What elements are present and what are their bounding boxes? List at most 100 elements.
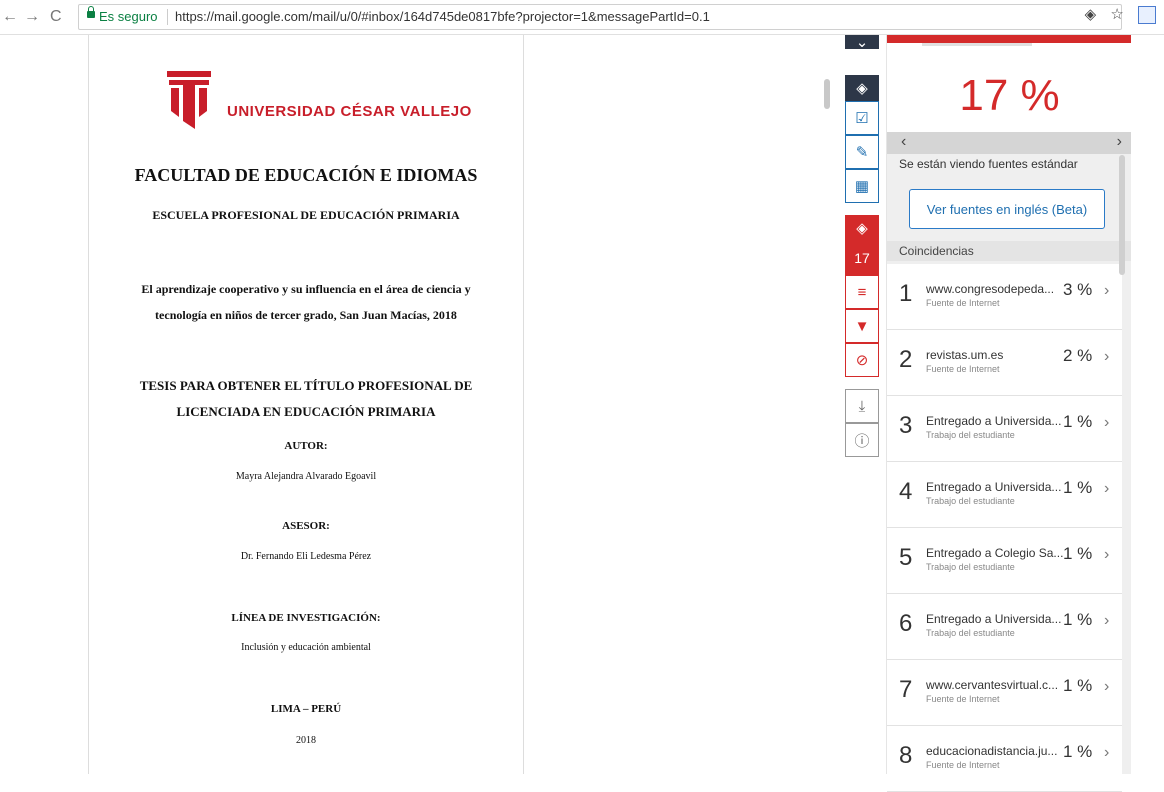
match-number: 3 — [899, 412, 913, 439]
back-button[interactable]: ← — [2, 8, 18, 26]
sort-icon[interactable]: ≡ — [845, 275, 879, 309]
advisor-name: Dr. Fernando Eli Ledesma Pérez — [240, 551, 372, 562]
match-source-type: Trabajo del estudiante — [926, 430, 1015, 440]
match-number: 4 — [899, 478, 913, 505]
forward-button[interactable]: → — [24, 8, 40, 26]
standard-sources-text: Se están viendo fuentes estándar — [899, 157, 1078, 171]
match-source-type: Trabajo del estudiante — [926, 628, 1015, 638]
browser-toolbar: ← → C Es seguro https://mail.google.com/… — [0, 0, 1164, 35]
chevron-right-icon[interactable]: › — [1104, 480, 1109, 498]
match-row[interactable]: 7 www.cervantesvirtual.c... Fuente de Inte… — [887, 660, 1122, 726]
similarity-layers-icon[interactable]: ◈ — [845, 215, 879, 241]
download-icon[interactable]: ⤓ — [845, 389, 879, 423]
chevron-right-icon[interactable]: › — [1104, 348, 1109, 366]
document-page: UNIVERSIDAD CÉSAR VALLEJO FACULTAD DE ED… — [88, 35, 524, 774]
matches-list: 1 www.congresodepeda... Fuente de Internet… — [887, 264, 1122, 792]
match-source-name: Entregado a Universida... — [926, 414, 1062, 428]
exclude-icon[interactable]: ⊘ — [845, 343, 879, 377]
panel-header-tab — [922, 43, 1032, 46]
similarity-percent: 17 % — [959, 71, 1060, 120]
chevron-right-icon[interactable]: › — [1104, 612, 1109, 630]
page-margin — [1131, 35, 1164, 774]
next-chevron-icon[interactable]: › — [1117, 133, 1122, 151]
match-percent: 1 % — [1063, 412, 1093, 431]
address-bar[interactable]: Es seguro https://mail.google.com/mail/u… — [78, 4, 1122, 30]
english-sources-button[interactable]: Ver fuentes en inglés (Beta) — [909, 189, 1105, 229]
chevron-right-icon[interactable]: › — [1104, 282, 1109, 300]
match-percent: 1 % — [1063, 742, 1093, 761]
edit-icon[interactable]: ✎ — [845, 135, 879, 169]
match-number: 8 — [899, 742, 913, 769]
research-line-label: LÍNEA DE INVESTIGACIÓN: — [231, 612, 381, 624]
match-number: 1 — [899, 280, 913, 307]
feedback-toolbar: ⌄ ◈ ☑ ✎ ▦ ◈ 17 ≡ ▼ ⊘ ⤓ ⓘ — [845, 34, 879, 457]
degree-line2: LICENCIADA EN EDUCACIÓN PRIMARIA — [176, 404, 436, 419]
match-row[interactable]: 6 Entregado a Universida... Trabajo del es… — [887, 594, 1122, 660]
match-row[interactable]: 1 www.congresodepeda... Fuente de Internet… — [887, 264, 1122, 330]
advisor-label: ASESOR: — [282, 520, 330, 532]
year-label: 2018 — [296, 735, 316, 746]
degree-line1: TESIS PARA OBTENER EL TÍTULO PROFESIONAL… — [139, 378, 473, 393]
match-percent: 1 % — [1063, 544, 1093, 563]
match-row[interactable]: 2 revistas.um.es Fuente de Internet 2 % › — [887, 330, 1122, 396]
secure-label: Es seguro — [99, 9, 158, 24]
extension-icon[interactable] — [1138, 6, 1156, 25]
thesis-title-line1: El aprendizaje cooperativo y su influenc… — [141, 282, 471, 296]
match-percent: 1 % — [1063, 610, 1093, 629]
browser-actions: ◈ ☆ — [1075, 5, 1156, 25]
divider — [167, 9, 168, 25]
school-title: ESCUELA PROFESIONAL DE EDUCACIÓN PRIMARI… — [152, 208, 460, 222]
grid-icon[interactable]: ▦ — [845, 169, 879, 203]
match-number: 2 — [899, 346, 913, 373]
match-row[interactable]: 8 educacionadistancia.ju... Fuente de Inte… — [887, 726, 1122, 792]
match-source-name: www.cervantesvirtual.c... — [926, 678, 1059, 692]
thesis-title-line2: tecnología en niños de tercer grado, San… — [155, 308, 457, 322]
match-source-name: educacionadistancia.ju... — [926, 744, 1058, 758]
chevron-right-icon[interactable]: › — [1104, 414, 1109, 432]
match-source-type: Fuente de Internet — [926, 364, 1000, 374]
chevron-right-icon[interactable]: › — [1104, 744, 1109, 762]
university-name: UNIVERSIDAD CÉSAR VALLEJO — [227, 103, 472, 120]
match-number: 7 — [899, 676, 913, 703]
similarity-panel: 17 % ‹ › Se están viendo fuentes estánda… — [886, 35, 1132, 792]
match-source-name: Entregado a Universida... — [926, 480, 1062, 494]
match-percent: 1 % — [1063, 676, 1093, 695]
match-source-name: www.congresodepeda... — [926, 282, 1055, 296]
match-row[interactable]: 4 Entregado a Universida... Trabajo del es… — [887, 462, 1122, 528]
faculty-title: FACULTAD DE EDUCACIÓN E IDIOMAS — [134, 165, 478, 185]
document-viewer: UNIVERSIDAD CÉSAR VALLEJO FACULTAD DE ED… — [0, 35, 830, 774]
match-number: 6 — [899, 610, 913, 637]
bookmark-star-icon[interactable]: ☆ — [1110, 6, 1123, 23]
match-source-name: Entregado a Universida... — [926, 612, 1062, 626]
research-line: Inclusión y educación ambiental — [241, 642, 371, 653]
match-row[interactable]: 5 Entregado a Colegio Sa... Trabajo del es… — [887, 528, 1122, 594]
match-number: 5 — [899, 544, 913, 571]
document-scrollbar[interactable] — [824, 79, 830, 109]
chevron-down-icon[interactable]: ⌄ — [845, 34, 879, 51]
similarity-score-button[interactable]: 17 — [845, 241, 879, 275]
match-row[interactable]: 3 Entregado a Universida... Trabajo del es… — [887, 396, 1122, 462]
chevron-right-icon[interactable]: › — [1104, 678, 1109, 696]
info-icon[interactable]: ⓘ — [845, 423, 879, 457]
panel-scrollbar[interactable] — [1119, 155, 1125, 275]
extension-diamond-icon[interactable]: ◈ — [1085, 6, 1097, 23]
chevron-right-icon[interactable]: › — [1104, 546, 1109, 564]
url-text[interactable]: https://mail.google.com/mail/u/0/#inbox/… — [175, 5, 710, 29]
checkbox-icon[interactable]: ☑ — [845, 101, 879, 135]
filter-icon[interactable]: ▼ — [845, 309, 879, 343]
previous-chevron-icon[interactable]: ‹ — [901, 133, 906, 151]
layers-icon[interactable]: ◈ — [845, 75, 879, 101]
match-source-type: Fuente de Internet — [926, 298, 1000, 308]
match-source-name: Entregado a Colegio Sa... — [926, 546, 1064, 560]
match-source-name: revistas.um.es — [926, 348, 1004, 362]
match-source-type: Trabajo del estudiante — [926, 562, 1015, 572]
panel-header-bar — [887, 35, 1132, 43]
reload-button[interactable]: C — [50, 8, 62, 26]
match-percent: 2 % — [1063, 346, 1093, 365]
match-source-type: Trabajo del estudiante — [926, 496, 1015, 506]
match-percent: 3 % — [1063, 280, 1093, 299]
match-source-type: Fuente de Internet — [926, 760, 1000, 770]
place-label: LIMA – PERÚ — [270, 703, 342, 715]
author-name: Mayra Alejandra Alvarado Egoavil — [235, 471, 377, 482]
match-percent: 1 % — [1063, 478, 1093, 497]
